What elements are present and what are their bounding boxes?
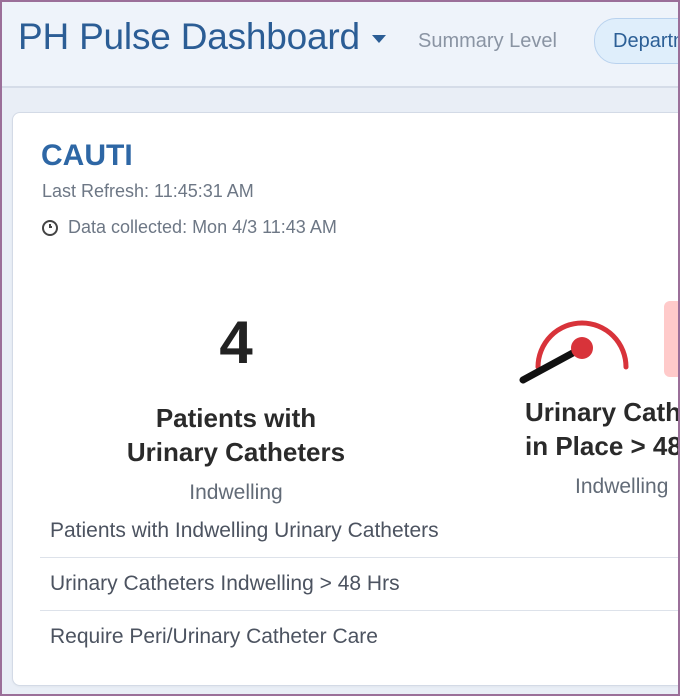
card-title: CAUTI — [41, 139, 133, 172]
metric-label: Patients with Urinary Catheters — [81, 401, 391, 469]
alert-tile[interactable] — [664, 301, 678, 377]
list-item-indwelling-catheters[interactable]: Patients with Indwelling Urinary Cathete… — [40, 505, 678, 557]
caret-down-icon — [371, 35, 386, 43]
metric-sublabel: Indwelling — [575, 475, 669, 498]
list-item-catheters-over-48-hrs[interactable]: Urinary Catheters Indwelling > 48 Hrs — [40, 557, 678, 610]
summary-level-label: Summary Level — [418, 30, 557, 52]
cauti-card: CAUTI Last Refresh: 11:45:31 AM Data col… — [12, 112, 680, 686]
data-collected-line: Data collected: Mon 4/3 11:43 AM — [42, 217, 337, 238]
catheters-over-48-metric[interactable]: Urinary Catheters in Place > 48 Indwelli… — [525, 395, 680, 499]
metric-list: Patients with Indwelling Urinary Cathete… — [40, 505, 678, 663]
list-item-catheter-care[interactable]: Require Peri/Urinary Catheter Care — [40, 610, 678, 663]
metric-sublabel: Indwelling — [189, 481, 283, 504]
metric-label-line1: Urinary Catheters — [525, 397, 680, 427]
last-refresh-text: Last Refresh: 11:45:31 AM — [42, 181, 254, 201]
dashboard-title: PH Pulse Dashboard — [18, 16, 360, 57]
metric-label-line2: in Place > 48 — [525, 431, 680, 461]
data-collected-text: Data collected: Mon 4/3 11:43 AM — [68, 217, 337, 237]
summary-level-select[interactable]: Department — [594, 18, 678, 64]
dashboard-frame: PH Pulse Dashboard Summary Level Departm… — [0, 0, 680, 696]
metric-label: Urinary Catheters in Place > 48 — [525, 395, 680, 463]
patients-with-catheters-metric[interactable]: 4 Patients with Urinary Catheters Indwel… — [81, 313, 391, 505]
clock-icon — [42, 219, 58, 236]
metric-label-line2: Urinary Catheters — [126, 437, 346, 467]
header: PH Pulse Dashboard Summary Level Departm… — [2, 2, 678, 88]
metric-label-line1: Patients with — [155, 403, 317, 433]
dashboard-title-menu[interactable]: PH Pulse Dashboard — [18, 16, 386, 58]
gauge-icon — [519, 320, 629, 384]
metric-value: 4 — [219, 309, 253, 376]
